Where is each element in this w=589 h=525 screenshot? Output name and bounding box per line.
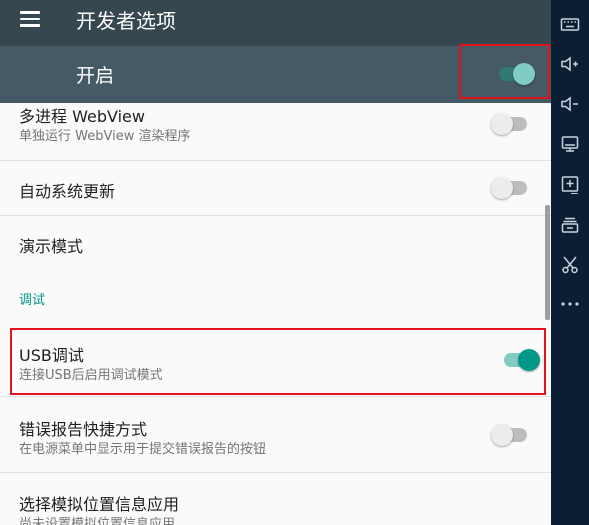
setting-title: 错误报告快捷方式: [19, 420, 148, 439]
section-header-debug: 调试: [19, 293, 46, 308]
app-bar: 开发者选项: [0, 0, 551, 46]
keyboard-icon[interactable]: [560, 14, 580, 34]
setting-row-multiprocess-webview[interactable]: 多进程 WebView 单独运行 WebView 渲染程序: [0, 103, 551, 160]
scissors-icon[interactable]: [560, 255, 580, 275]
developer-options-toggle[interactable]: [497, 63, 535, 85]
screen-icon[interactable]: [560, 134, 580, 154]
setting-row-demo-mode[interactable]: 演示模式: [0, 216, 551, 270]
usb-debugging-toggle[interactable]: [502, 349, 540, 371]
multiprocess-webview-toggle[interactable]: [491, 113, 529, 135]
setting-summary: 单独运行 WebView 渲染程序: [19, 129, 191, 144]
setting-title: 自动系统更新: [19, 182, 116, 201]
scrollbar[interactable]: [545, 205, 550, 320]
page-title: 开发者选项: [76, 9, 176, 33]
setting-title: 选择模拟位置信息应用: [19, 495, 180, 514]
developer-options-master-bar[interactable]: 开启: [0, 46, 551, 103]
setting-summary: 连接USB后启用调试模式: [19, 368, 163, 383]
bug-report-shortcut-toggle[interactable]: [491, 424, 529, 446]
setting-title: USB调试: [19, 346, 84, 365]
setting-row-mock-location[interactable]: 选择模拟位置信息应用 尚未设置模拟位置信息应用: [0, 473, 551, 525]
emulator-sidebar: [551, 0, 589, 525]
setting-row-auto-update[interactable]: 自动系统更新: [0, 161, 551, 215]
volume-up-icon[interactable]: [560, 54, 580, 74]
stack-icon[interactable]: [560, 215, 580, 235]
auto-update-toggle[interactable]: [491, 177, 529, 199]
more-icon[interactable]: [560, 294, 580, 314]
setting-row-usb-debugging[interactable]: USB调试 连接USB后启用调试模式: [0, 330, 551, 392]
setting-row-bug-report-shortcut[interactable]: 错误报告快捷方式 在电源菜单中显示用于提交错误报告的按钮: [0, 397, 551, 472]
setting-summary: 尚未设置模拟位置信息应用: [19, 517, 176, 525]
setting-summary: 在电源菜单中显示用于提交错误报告的按钮: [19, 442, 267, 457]
install-apk-icon[interactable]: [560, 175, 580, 195]
setting-title: 演示模式: [19, 237, 84, 256]
master-switch-label: 开启: [76, 65, 115, 87]
volume-down-icon[interactable]: [560, 94, 580, 114]
settings-screen: 开发者选项 开启 多进程 WebView 单独运行 WebView 渲染程序 自…: [0, 0, 551, 525]
menu-icon[interactable]: [20, 11, 40, 27]
setting-title: 多进程 WebView: [19, 107, 145, 126]
